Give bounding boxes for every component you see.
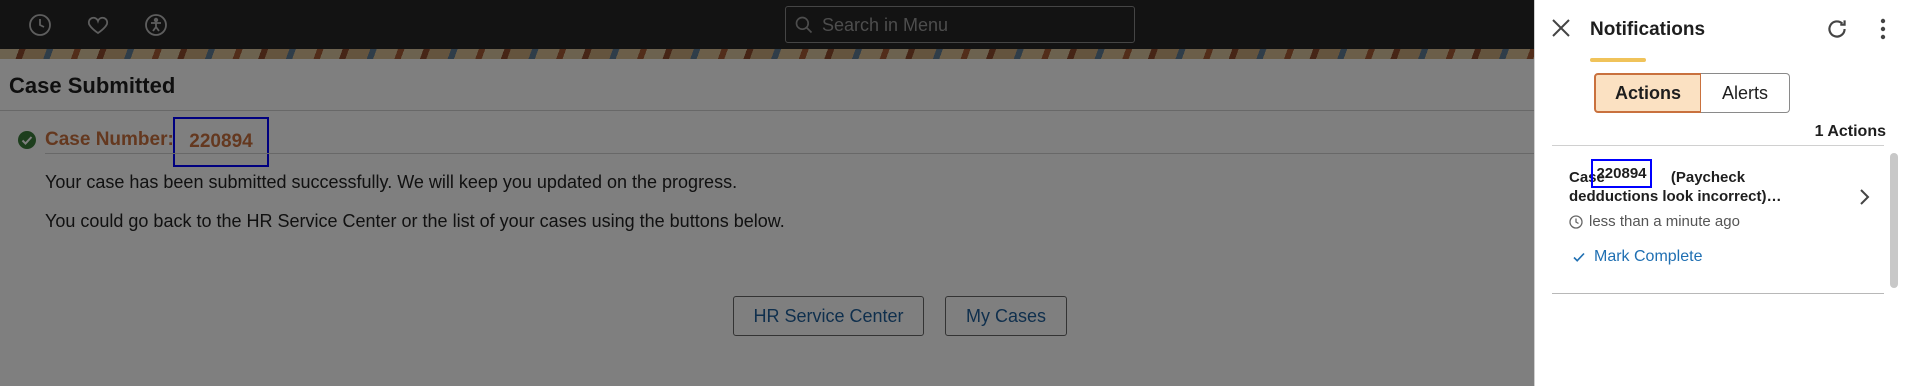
close-icon[interactable] (1549, 16, 1573, 40)
checkmark-icon (1573, 252, 1585, 262)
divider (1552, 293, 1884, 294)
notification-time-text: less than a minute ago (1589, 213, 1740, 230)
chevron-right-icon[interactable] (1856, 186, 1872, 208)
more-options-icon[interactable] (1877, 16, 1889, 42)
scrollbar[interactable] (1890, 153, 1898, 288)
mark-complete-label: Mark Complete (1594, 248, 1703, 265)
clock-icon (1569, 214, 1583, 229)
refresh-icon[interactable] (1824, 16, 1850, 42)
panel-title: Notifications (1590, 19, 1706, 40)
mark-complete-link[interactable]: Mark Complete (1572, 248, 1702, 266)
tab-alerts[interactable]: Alerts (1701, 73, 1790, 113)
notification-item[interactable]: Case (Paycheck dedductions look incorrect… (1552, 146, 1884, 293)
tab-actions[interactable]: Actions (1594, 73, 1702, 113)
actions-count: 1 Actions (1814, 123, 1886, 140)
notifications-panel: Notifications Actions Alerts 1 Actions C… (1534, 0, 1920, 386)
modal-overlay[interactable] (0, 0, 1534, 386)
notification-case-number: 220894 (1591, 159, 1652, 188)
title-underline (1590, 58, 1646, 62)
notification-timestamp: less than a minute ago (1569, 213, 1740, 230)
